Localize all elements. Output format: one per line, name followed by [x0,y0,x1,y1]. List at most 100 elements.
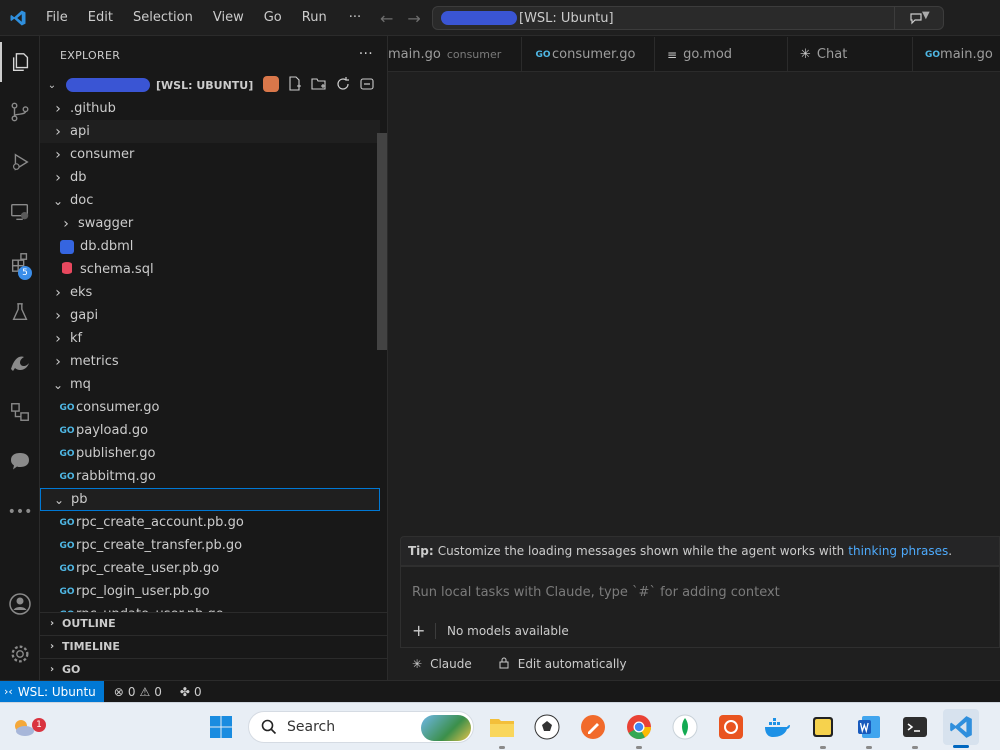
extensions-icon[interactable]: 5 [0,242,40,282]
error-count: 0 [127,684,136,699]
run-debug-icon[interactable] [0,142,40,182]
word-icon[interactable] [853,711,885,743]
collapse-all-icon[interactable] [359,76,375,92]
remote-explorer-icon[interactable] [0,192,40,232]
remote-icon: ›‹ [4,685,13,698]
tree-file-row[interactable]: GO rabbitmq.go [40,465,380,488]
tree-file-row[interactable]: GO rpc_create_account.pb.go [40,511,380,534]
menu-file[interactable]: File [36,0,78,36]
tab-go-mod[interactable]: ≡ go.mod [655,37,788,72]
tab-main-go[interactable]: GO main.go [913,37,1000,72]
menu-selection[interactable]: Selection [123,0,203,36]
menu-view[interactable]: View [203,0,254,36]
forward-arrow-icon[interactable]: → [407,9,420,28]
source-control-icon[interactable] [0,92,40,132]
tree-folder-row[interactable]: › db [40,166,380,189]
explorer-more-button[interactable]: ··· [359,46,373,62]
menu-run[interactable]: Run [292,0,337,36]
edit-mode-picker[interactable]: Edit automatically [518,657,627,671]
weather-widget-icon[interactable]: 1 [8,711,46,743]
tree-folder-row[interactable]: › consumer [40,143,380,166]
add-context-plus-icon[interactable]: + [412,621,425,640]
remote-connections-icon[interactable] [0,392,40,432]
soccer-app-icon[interactable] [531,711,563,743]
claude-extension-icon[interactable] [0,342,40,382]
testing-flask-icon[interactable] [0,292,40,332]
ubuntu-icon[interactable] [715,711,747,743]
terminal-icon[interactable] [899,711,931,743]
file-explorer-icon[interactable] [486,711,518,743]
account-icon[interactable] [0,584,40,624]
agent-picker[interactable]: Claude [430,657,472,671]
docker-icon[interactable] [761,711,793,743]
tree-item-label: publisher.go [76,446,156,461]
tree-item-label: db.dbml [80,239,134,254]
go-section-header[interactable]: › GO [40,658,388,680]
tab-consumer-go[interactable]: GO consumer.go [522,37,655,72]
sidebar-scrollbar[interactable] [377,133,387,350]
mongodb-compass-icon[interactable] [669,711,701,743]
warning-icon: ⚠ [139,684,151,699]
new-file-icon[interactable] [287,76,303,92]
workspace-root-row[interactable]: ⌄ [WSL: UBUNTU] [40,74,387,96]
tree-folder-row[interactable]: › swagger [40,212,380,235]
tree-file-row[interactable]: db.dbml [40,235,380,258]
tree-file-row[interactable]: GO payload.go [40,419,380,442]
back-arrow-icon[interactable]: ← [380,9,393,28]
tab-chat[interactable]: ✳ Chat [788,37,913,72]
taskbar-search[interactable]: Search [248,711,474,743]
tree-folder-row[interactable]: › api [40,120,380,143]
tree-file-row[interactable]: GO publisher.go [40,442,380,465]
tree-folder-row[interactable]: ⌄ pb [40,488,380,511]
tree-folder-row[interactable]: › kf [40,327,380,350]
more-views-icon[interactable]: ••• [0,492,40,532]
tab-main-go-consumer[interactable]: main.go consumer [388,37,522,72]
tree-file-row[interactable]: GOrpc_update_user.pb.go [40,603,380,612]
tree-folder-row[interactable]: ⌄ doc [40,189,380,212]
menu-edit[interactable]: Edit [78,0,123,36]
model-picker[interactable]: No models available [447,624,569,638]
tree-item-label: rpc_create_transfer.pb.go [76,538,243,553]
tree-folder-row[interactable]: ⌄ mq [40,373,380,396]
copilot-chevron-down-icon[interactable]: ▼ [922,10,930,21]
tree-file-row[interactable]: schema.sql [40,258,380,281]
refresh-icon[interactable] [335,76,351,92]
pen-app-icon[interactable] [577,711,609,743]
tree-item-label: api [70,124,90,139]
outline-section-header[interactable]: › OUTLINE [40,612,388,634]
chevron-right-icon: › [55,123,61,140]
settings-gear-icon[interactable] [0,634,40,674]
start-windows-icon[interactable] [205,711,237,743]
explorer-icon[interactable] [0,42,40,82]
remote-indicator[interactable]: ›‹ WSL: Ubuntu [0,680,104,703]
vscode-logo-icon[interactable] [0,0,36,36]
ports-indicator[interactable]: ✤ 0 [180,685,202,699]
command-center[interactable]: [WSL: Ubuntu] [432,6,944,30]
claude-code-icon[interactable] [263,76,279,92]
tree-folder-row[interactable]: › .github [40,97,380,120]
tree-file-row[interactable]: GO consumer.go [40,396,380,419]
tree-folder-row[interactable]: › metrics [40,350,380,373]
chat-bubble-icon[interactable] [0,442,40,482]
new-folder-icon[interactable] [311,76,327,92]
problems-indicator[interactable]: ⊗ 0 ⚠ 0 [114,685,162,699]
chat-tip: Tip: Customize the loading messages show… [400,536,1000,566]
chat-input-box[interactable]: Run local tasks with Claude, type `#` fo… [400,566,1000,648]
tree-file-row[interactable]: GO rpc_create_transfer.pb.go [40,534,380,557]
tree-item-label: eks [70,285,93,300]
tree-file-row[interactable]: GO rpc_create_user.pb.go [40,557,380,580]
chrome-icon[interactable] [623,711,655,743]
file-tree: › .github › api › consumer › db ⌄ doc › swagger db.d… [40,97,380,612]
tree-file-row[interactable]: GO rpc_login_user.pb.go [40,580,380,603]
menu-go[interactable]: Go [254,0,292,36]
tree-item-label: kf [70,331,83,346]
tree-folder-row[interactable]: › eks [40,281,380,304]
menu-more-button[interactable]: ··· [337,10,373,25]
go-label: GO [62,663,81,676]
timeline-section-header[interactable]: › TIMELINE [40,635,388,657]
remote-label: WSL: Ubuntu [17,684,96,699]
thinking-phrases-link[interactable]: thinking phrases [848,544,948,558]
sticky-notes-icon[interactable] [807,711,839,743]
tree-folder-row[interactable]: › gapi [40,304,380,327]
vscode-taskbar-icon[interactable] [943,709,979,745]
